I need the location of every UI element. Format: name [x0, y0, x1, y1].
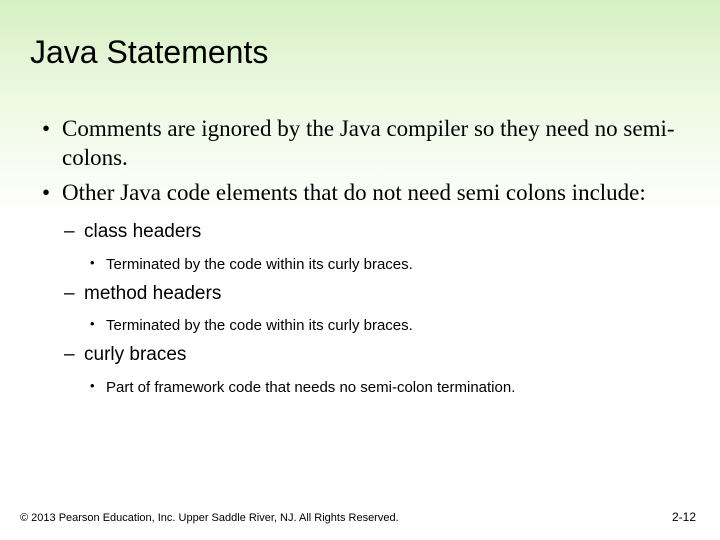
slide: Java Statements Comments are ignored by … [0, 0, 720, 540]
bullet-list-lvl2: class headers Terminated by the code wit… [62, 219, 690, 398]
detail-item: Terminated by the code within its curly … [84, 254, 690, 275]
slide-body: Comments are ignored by the Java compile… [30, 115, 690, 398]
detail-text: Terminated by the code within its curly … [106, 256, 413, 273]
slide-title: Java Statements [30, 34, 690, 71]
bullet-item: Other Java code elements that do not nee… [38, 179, 690, 399]
sub-item: curly braces Part of framework code that… [62, 342, 690, 398]
bullet-item: Comments are ignored by the Java compile… [38, 115, 690, 173]
footer-page-number: 2-12 [672, 510, 696, 524]
bullet-list-lvl3: Terminated by the code within its curly … [84, 315, 690, 336]
bullet-list-lvl3: Terminated by the code within its curly … [84, 254, 690, 275]
detail-item: Part of framework code that needs no sem… [84, 377, 690, 398]
bullet-list-lvl1: Comments are ignored by the Java compile… [38, 115, 690, 398]
bullet-list-lvl3: Part of framework code that needs no sem… [84, 377, 690, 398]
sub-item-label: curly braces [84, 344, 186, 365]
sub-item-label: class headers [84, 221, 201, 242]
bullet-text: Comments are ignored by the Java compile… [62, 116, 675, 170]
detail-text: Part of framework code that needs no sem… [106, 379, 515, 396]
sub-item: method headers Terminated by the code wi… [62, 281, 690, 337]
sub-item-label: method headers [84, 283, 221, 304]
footer-copyright: © 2013 Pearson Education, Inc. Upper Sad… [20, 512, 399, 524]
bullet-text: Other Java code elements that do not nee… [62, 180, 646, 205]
detail-text: Terminated by the code within its curly … [106, 317, 413, 334]
detail-item: Terminated by the code within its curly … [84, 315, 690, 336]
sub-item: class headers Terminated by the code wit… [62, 219, 690, 275]
